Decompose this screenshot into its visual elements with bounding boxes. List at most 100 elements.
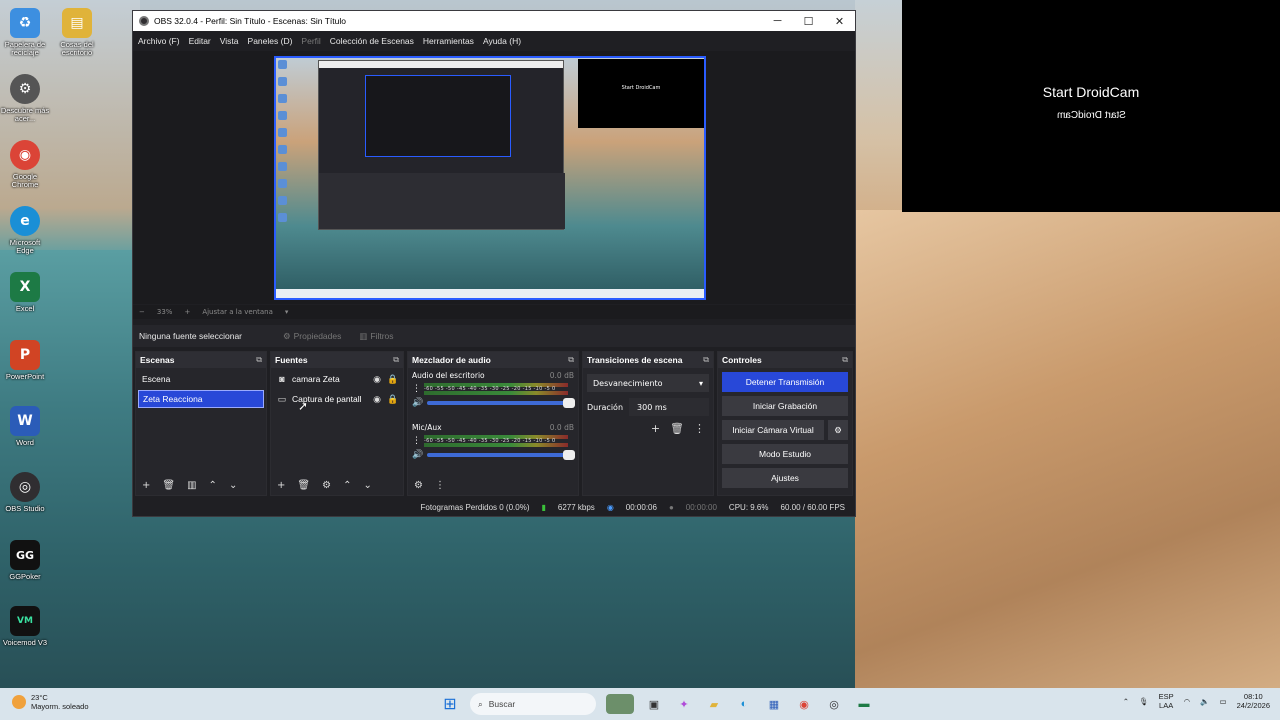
stop-streaming-button[interactable]: Detener Transmisión — [722, 372, 848, 392]
zoom-dropdown-icon[interactable]: ▾ — [285, 308, 289, 316]
scene-item-selected[interactable]: Zeta Reacciona — [138, 390, 264, 408]
desktop-icon-label: Word — [16, 438, 34, 447]
speaker-icon[interactable]: 🔊 — [412, 398, 423, 408]
move-up-icon[interactable]: ⌃ — [209, 480, 217, 491]
undock-icon[interactable]: ⧉ — [256, 355, 262, 365]
add-icon[interactable]: + — [277, 480, 285, 491]
add-icon[interactable]: + — [142, 480, 150, 491]
widgets-icon[interactable] — [606, 694, 634, 714]
scene-item[interactable]: Escena — [138, 370, 264, 388]
obs-titlebar[interactable]: OBS 32.0.4 - Perfil: Sin Título - Escena… — [133, 11, 855, 31]
settings-button[interactable]: Ajustes — [722, 468, 848, 488]
kebab-menu-icon[interactable]: ⋮ — [435, 480, 445, 491]
eye-icon[interactable]: ◉ — [372, 394, 382, 405]
scene-filter-icon[interactable]: ▥ — [187, 480, 196, 491]
meter-ticks: -60 -55 -50 -45 -40 -35 -30 -25 -20 -15 … — [424, 438, 556, 444]
file-explorer-icon[interactable]: ▰ — [704, 694, 724, 714]
desktop-icon-folder[interactable]: ▤ Cosas del escritorio — [52, 8, 102, 58]
maximize-icon[interactable]: ☐ — [793, 15, 824, 28]
close-icon[interactable]: ✕ — [824, 15, 855, 28]
droidcam-window[interactable]: Start DroidCam Start DroidCam — [902, 0, 1280, 212]
voicemod-icon[interactable]: ▬ — [854, 694, 874, 714]
properties-label: Propiedades — [293, 331, 342, 341]
store-icon[interactable]: ▦ — [764, 694, 784, 714]
undock-icon[interactable]: ⧉ — [703, 355, 709, 365]
zoom-out-button[interactable]: − — [139, 308, 145, 316]
menu-editar[interactable]: Editar — [189, 36, 211, 46]
desktop-icon-recycle-bin[interactable]: ♻ Papelera de reciclaje — [0, 8, 50, 58]
edge-icon[interactable]: ◐ — [734, 694, 754, 714]
speaker-icon[interactable]: 🔊 — [412, 450, 423, 460]
zoom-in-button[interactable]: + — [184, 308, 190, 316]
move-down-icon[interactable]: ⌄ — [229, 480, 237, 491]
battery-icon[interactable]: ▭ — [1220, 697, 1227, 706]
desktop-icon-excel[interactable]: X Excel — [0, 272, 50, 313]
desktop-icon-chrome[interactable]: ◉ Google Chrome — [0, 140, 50, 190]
undock-icon[interactable]: ⧉ — [393, 355, 399, 365]
obs-menubar: Archivo (F) Editar Vista Paneles (D) Per… — [133, 31, 855, 51]
mixer-channel: Mic/Aux 0.0 dB ⋮ -60 -55 -50 -45 -40 -35… — [408, 420, 578, 472]
add-icon[interactable]: + — [651, 422, 660, 435]
trash-icon[interactable]: 🗑 — [162, 480, 175, 491]
kebab-menu-icon[interactable]: ⋮ — [694, 422, 705, 435]
desktop-icon-label: Google Chrome — [11, 172, 39, 190]
undock-icon[interactable]: ⧉ — [842, 355, 848, 365]
desktop-icon-ggpoker[interactable]: GG GGPoker — [0, 540, 50, 581]
start-recording-button[interactable]: Iniciar Grabación — [722, 396, 848, 416]
desktop-icon-edge[interactable]: e Microsoft Edge — [0, 206, 50, 256]
advanced-audio-icon[interactable]: ⚙ — [414, 480, 423, 491]
volume-slider[interactable] — [427, 450, 576, 460]
move-up-icon[interactable]: ⌃ — [343, 480, 351, 491]
sun-icon — [12, 695, 26, 709]
language-indicator[interactable]: ESP LAA — [1159, 692, 1174, 710]
kebab-menu-icon[interactable]: ⋮ — [412, 436, 421, 446]
studio-mode-button[interactable]: Modo Estudio — [722, 444, 848, 464]
kebab-menu-icon[interactable]: ⋮ — [412, 384, 421, 394]
chrome-icon[interactable]: ◉ — [794, 694, 814, 714]
volume-icon[interactable]: 🔈 — [1200, 697, 1209, 706]
move-down-icon[interactable]: ⌄ — [363, 480, 371, 491]
menu-vista[interactable]: Vista — [220, 36, 239, 46]
desktop-icon-powerpoint[interactable]: P PowerPoint — [0, 340, 50, 381]
desktop-icon-obs[interactable]: ◎ OBS Studio — [0, 472, 50, 513]
lock-icon[interactable]: 🔒 — [387, 374, 398, 385]
task-view-icon[interactable]: ▣ — [644, 694, 664, 714]
undock-icon[interactable]: ⧉ — [568, 355, 574, 365]
clock[interactable]: 08:10 24/2/2026 — [1237, 692, 1270, 710]
volume-slider[interactable] — [427, 398, 576, 408]
chevron-up-icon[interactable]: ⌃ — [1123, 697, 1129, 706]
desktop-icon-word[interactable]: W Word — [0, 406, 50, 447]
desktop-icon-voicemod[interactable]: VM Voicemod V3 — [0, 606, 50, 647]
desktop-icon-acer[interactable]: ⚙ Descubre más acer... — [0, 74, 50, 124]
filters-button[interactable]: ▥ Filtros — [359, 331, 393, 342]
gear-icon[interactable]: ⚙ — [828, 420, 848, 440]
zoom-fit-label[interactable]: Ajustar a la ventana — [202, 308, 273, 316]
menu-paneles[interactable]: Paneles (D) — [248, 36, 293, 46]
program-preview[interactable]: Start DroidCam — [274, 56, 706, 300]
menu-coleccion-escenas[interactable]: Colección de Escenas — [330, 36, 414, 46]
minimize-icon[interactable]: ─ — [762, 15, 793, 27]
obs-icon[interactable]: ◎ — [824, 694, 844, 714]
eye-icon[interactable]: ◉ — [372, 374, 382, 385]
wifi-icon[interactable]: ◠ — [1184, 697, 1191, 706]
lock-icon[interactable]: 🔒 — [387, 394, 398, 405]
weather-widget[interactable]: 23°C Mayorm. soleado — [12, 693, 89, 711]
taskbar-search[interactable]: ⌕ Buscar — [470, 693, 596, 715]
duration-input[interactable]: 300 ms — [629, 398, 709, 416]
properties-button[interactable]: ⚙ Propiedades — [283, 331, 341, 342]
transition-select[interactable]: Desvanecimiento ▾ — [587, 374, 709, 392]
menu-perfil[interactable]: Perfil — [301, 36, 320, 46]
trash-icon[interactable]: 🗑 — [297, 480, 310, 491]
start-virtual-camera-button[interactable]: Iniciar Cámara Virtual — [722, 420, 824, 440]
trash-icon[interactable]: 🗑 — [670, 422, 684, 435]
menu-ayuda[interactable]: Ayuda (H) — [483, 36, 521, 46]
menu-herramientas[interactable]: Herramientas — [423, 36, 474, 46]
microphone-icon[interactable]: 🎙 — [1139, 697, 1149, 706]
source-item[interactable]: ▭ Captura de pantall ◉ 🔒 — [273, 390, 401, 408]
preview-area[interactable]: Start DroidCam — [133, 51, 855, 304]
windows-start-icon[interactable]: ⊞ — [440, 694, 460, 714]
menu-archivo[interactable]: Archivo (F) — [138, 36, 180, 46]
source-item[interactable]: ◙ camara Zeta ◉ 🔒 — [273, 370, 401, 388]
copilot-icon[interactable]: ✦ — [674, 694, 694, 714]
gear-icon[interactable]: ⚙ — [322, 480, 331, 491]
